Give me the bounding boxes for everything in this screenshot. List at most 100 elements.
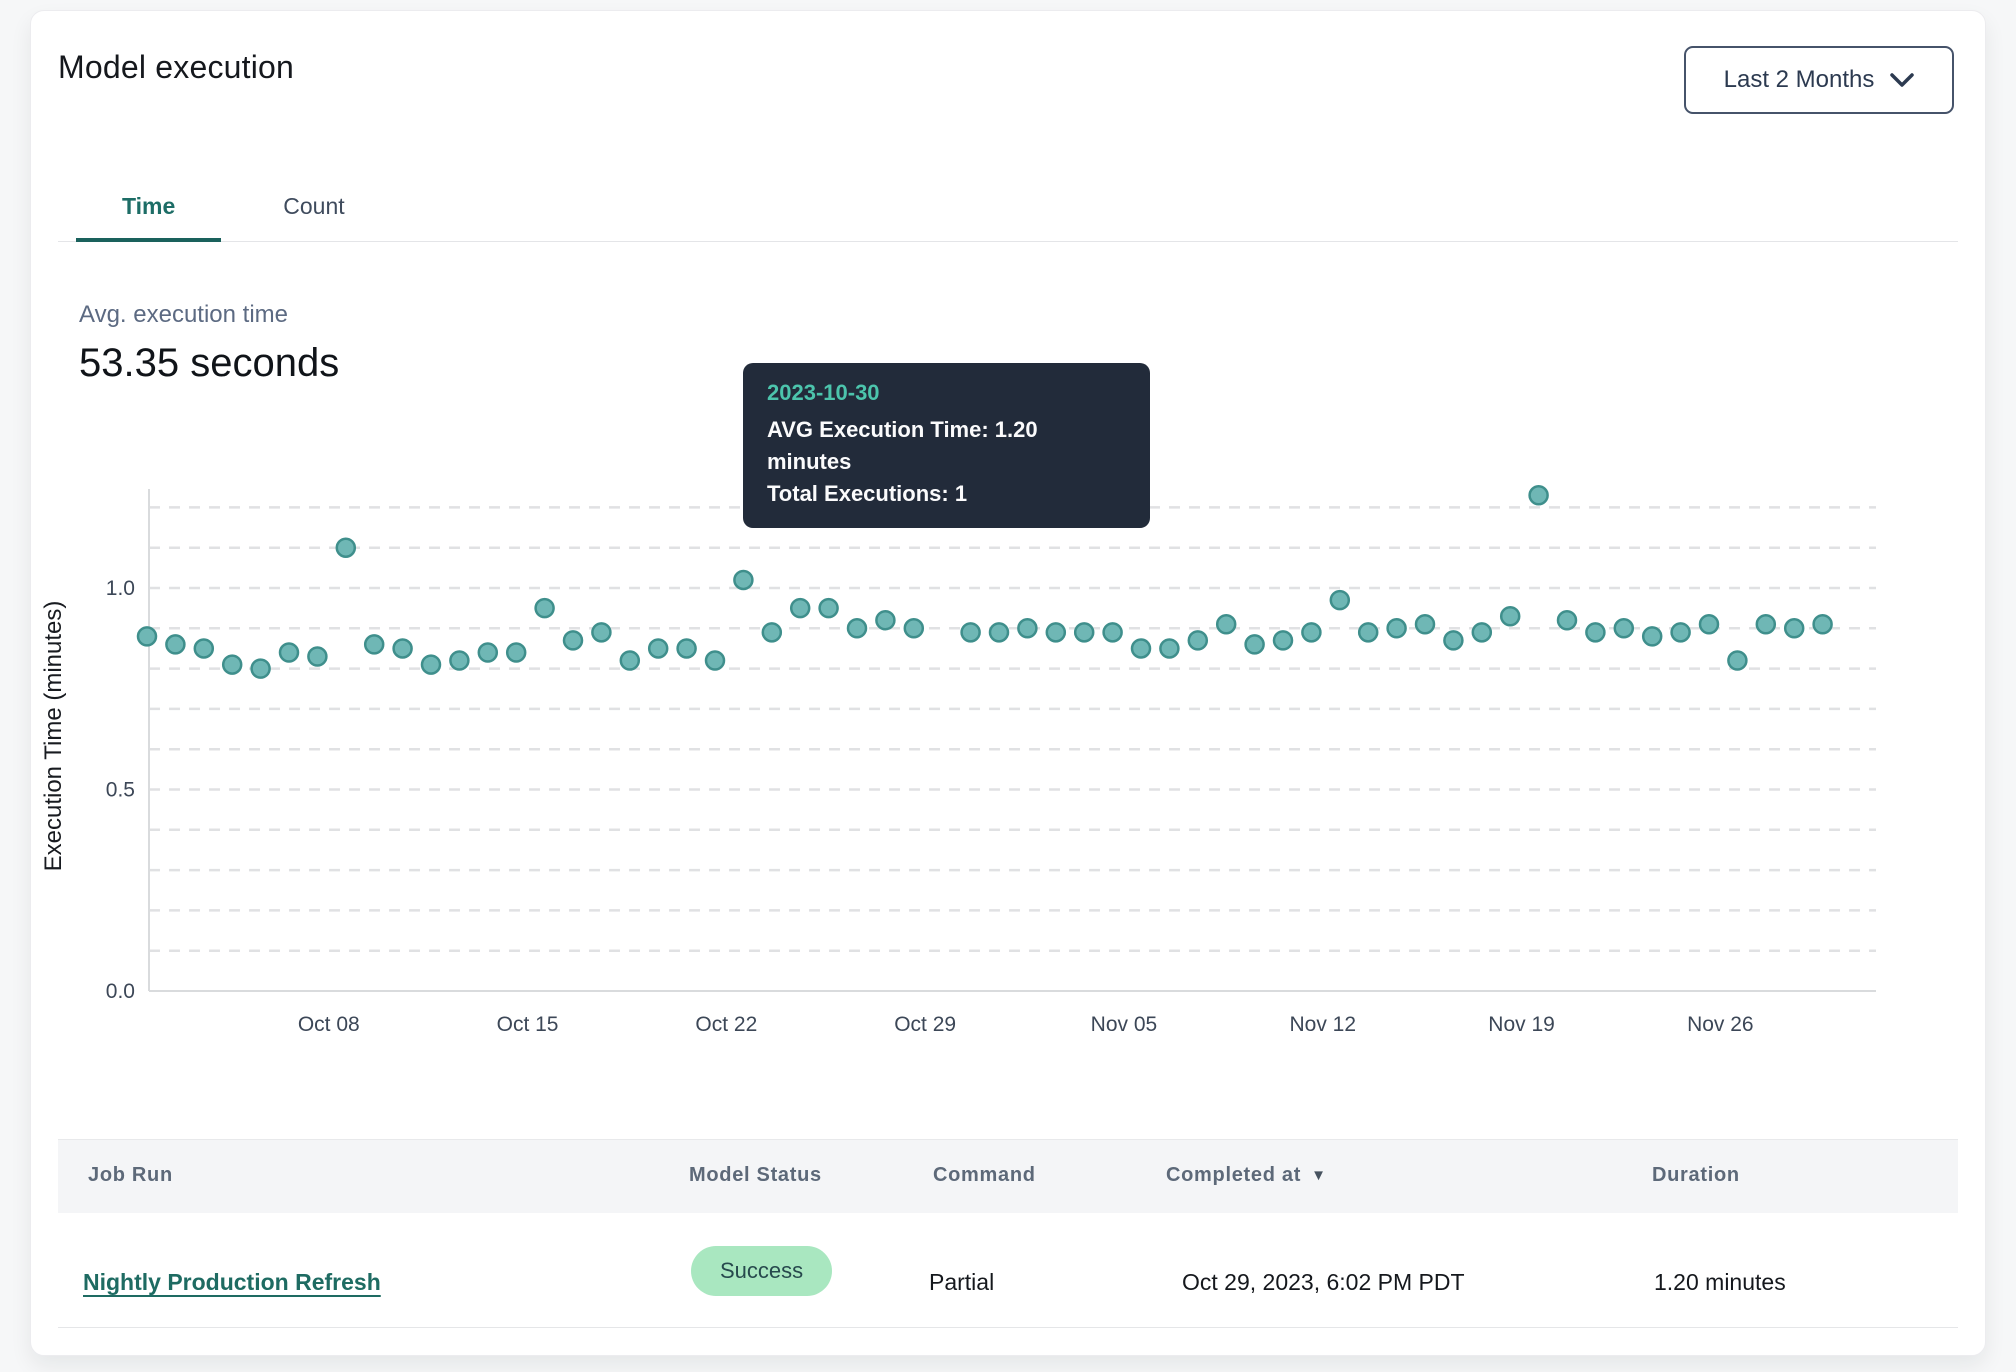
- x-tick-label: Nov 19: [1488, 1013, 1555, 1036]
- data-point[interactable]: [1814, 615, 1832, 633]
- data-point[interactable]: [223, 656, 241, 674]
- data-point[interactable]: [1586, 623, 1604, 641]
- data-point[interactable]: [848, 619, 866, 637]
- data-point[interactable]: [1444, 631, 1462, 649]
- data-point[interactable]: [422, 656, 440, 674]
- command-cell: Partial: [929, 1269, 994, 1296]
- tab-count[interactable]: Count: [237, 171, 390, 241]
- data-point[interactable]: [450, 652, 468, 670]
- data-point[interactable]: [1530, 486, 1548, 504]
- tooltip-date: 2023-10-30: [767, 380, 1126, 406]
- data-point[interactable]: [791, 599, 809, 617]
- data-point[interactable]: [734, 571, 752, 589]
- data-point[interactable]: [536, 599, 554, 617]
- x-tick-label: Nov 12: [1289, 1013, 1356, 1036]
- data-point[interactable]: [905, 619, 923, 637]
- avg-execution-time-label: Avg. execution time: [79, 301, 288, 329]
- data-point[interactable]: [1075, 623, 1093, 641]
- data-point[interactable]: [166, 635, 184, 653]
- x-tick-label: Oct 08: [298, 1013, 360, 1036]
- sort-desc-icon: ▼: [1311, 1167, 1327, 1184]
- tooltip-total-executions: Total Executions: 1: [767, 478, 1126, 510]
- date-range-dropdown[interactable]: Last 2 Months: [1684, 46, 1954, 114]
- data-point[interactable]: [280, 643, 298, 661]
- table-row: Nightly Production Refresh Success Parti…: [58, 1213, 1958, 1328]
- data-point[interactable]: [1047, 623, 1065, 641]
- data-point[interactable]: [962, 623, 980, 641]
- column-header-completed-at[interactable]: Completed at ▼: [1166, 1164, 1327, 1187]
- job-run-link[interactable]: Nightly Production Refresh: [83, 1269, 381, 1296]
- y-tick-label: 1.0: [106, 577, 135, 600]
- data-point[interactable]: [1246, 635, 1264, 653]
- tooltip-avg-execution-time: AVG Execution Time: 1.20 minutes: [767, 414, 1126, 478]
- chevron-down-icon: [1890, 73, 1914, 87]
- data-point[interactable]: [365, 635, 383, 653]
- date-range-label: Last 2 Months: [1724, 66, 1875, 94]
- page-title: Model execution: [58, 49, 294, 86]
- chart-tabs: Time Count: [58, 171, 1958, 242]
- scatter-plot: 0.0 0.5 1.0 Oct 08 Oct 15 Oct 22 Oct 29 Nov 05 N…: [31, 441, 1987, 1061]
- x-tick-label: Oct 15: [497, 1013, 559, 1036]
- completed-at-cell: Oct 29, 2023, 6:02 PM PDT: [1182, 1269, 1465, 1296]
- y-tick-label: 0.0: [106, 980, 135, 1003]
- data-point[interactable]: [1728, 652, 1746, 670]
- job-runs-table-header: Job Run Model Status Command Completed a…: [58, 1139, 1958, 1213]
- data-point[interactable]: [1331, 591, 1349, 609]
- column-header-command[interactable]: Command: [933, 1164, 1036, 1187]
- duration-cell: 1.20 minutes: [1654, 1269, 1786, 1296]
- y-tick-label: 0.5: [106, 779, 135, 802]
- column-header-duration[interactable]: Duration: [1652, 1164, 1740, 1187]
- chart-tooltip: 2023-10-30 AVG Execution Time: 1.20 minu…: [743, 363, 1150, 528]
- data-point[interactable]: [876, 611, 894, 629]
- x-tick-label: Nov 05: [1091, 1013, 1158, 1036]
- data-point[interactable]: [678, 639, 696, 657]
- data-point[interactable]: [1558, 611, 1576, 629]
- data-point[interactable]: [308, 648, 326, 666]
- column-header-job-run[interactable]: Job Run: [88, 1164, 173, 1187]
- data-point[interactable]: [1359, 623, 1377, 641]
- data-point[interactable]: [337, 539, 355, 557]
- data-point[interactable]: [1189, 631, 1207, 649]
- x-tick-label: Oct 29: [894, 1013, 956, 1036]
- data-point[interactable]: [990, 623, 1008, 641]
- data-point[interactable]: [564, 631, 582, 649]
- data-point[interactable]: [394, 639, 412, 657]
- data-point[interactable]: [1018, 619, 1036, 637]
- data-point[interactable]: [1104, 623, 1122, 641]
- data-point[interactable]: [1217, 615, 1235, 633]
- data-point[interactable]: [1416, 615, 1434, 633]
- data-point[interactable]: [195, 639, 213, 657]
- y-axis-label: Execution Time (minutes): [40, 601, 67, 872]
- data-point[interactable]: [1302, 623, 1320, 641]
- status-badge: Success: [691, 1246, 832, 1296]
- column-header-model-status[interactable]: Model Status: [689, 1164, 822, 1187]
- data-point[interactable]: [621, 652, 639, 670]
- data-point[interactable]: [1388, 619, 1406, 637]
- data-point[interactable]: [1757, 615, 1775, 633]
- data-point[interactable]: [507, 643, 525, 661]
- data-point[interactable]: [1274, 631, 1292, 649]
- tab-time[interactable]: Time: [76, 171, 221, 241]
- execution-time-scatter-chart: 0.0 0.5 1.0 Oct 08 Oct 15 Oct 22 Oct 29 Nov 05 N…: [31, 441, 1987, 1061]
- data-point[interactable]: [138, 627, 156, 645]
- data-point[interactable]: [1700, 615, 1718, 633]
- data-point[interactable]: [1473, 623, 1491, 641]
- data-point[interactable]: [649, 639, 667, 657]
- data-point[interactable]: [1643, 627, 1661, 645]
- data-point[interactable]: [820, 599, 838, 617]
- data-point[interactable]: [1672, 623, 1690, 641]
- x-tick-label: Oct 22: [695, 1013, 757, 1036]
- data-point[interactable]: [1132, 639, 1150, 657]
- data-point[interactable]: [1160, 639, 1178, 657]
- data-point[interactable]: [592, 623, 610, 641]
- data-point[interactable]: [1785, 619, 1803, 637]
- data-point[interactable]: [1615, 619, 1633, 637]
- data-point[interactable]: [1501, 607, 1519, 625]
- data-point[interactable]: [479, 643, 497, 661]
- x-tick-label: Nov 26: [1687, 1013, 1754, 1036]
- model-execution-card: Model execution Last 2 Months Time Count…: [30, 10, 1986, 1356]
- data-point[interactable]: [706, 652, 724, 670]
- data-point[interactable]: [763, 623, 781, 641]
- avg-execution-time-value: 53.35 seconds: [79, 341, 339, 386]
- data-point[interactable]: [252, 660, 270, 678]
